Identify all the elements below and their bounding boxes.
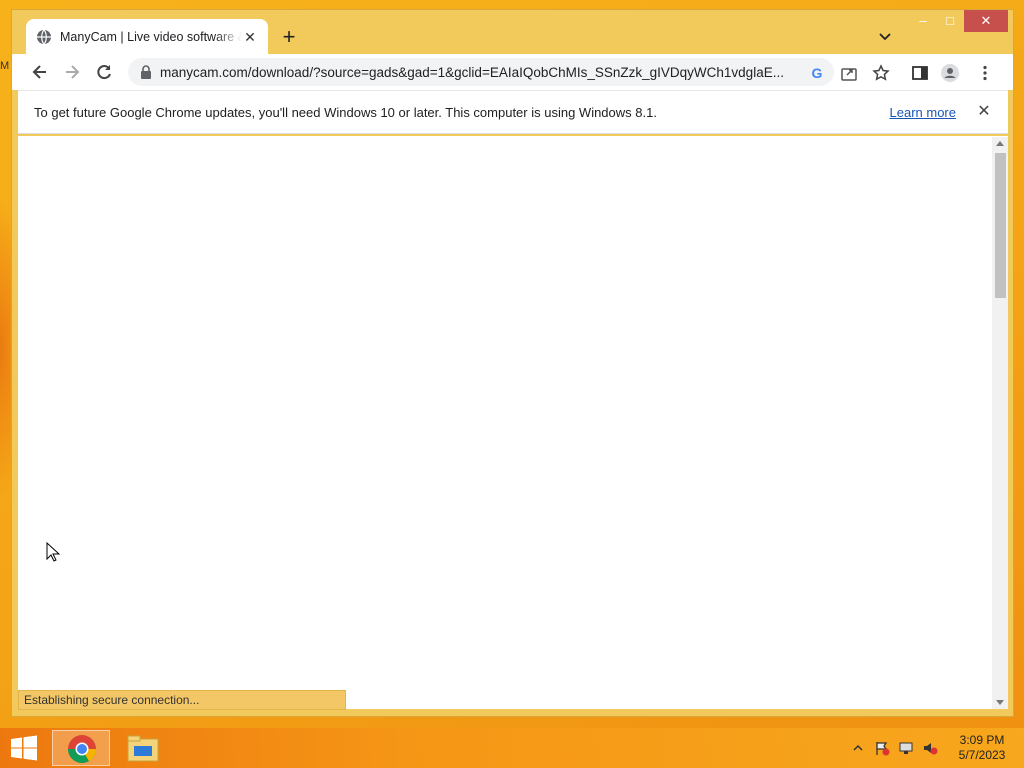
windows-logo-icon[interactable] xyxy=(8,734,40,762)
action-center-flag-icon[interactable] xyxy=(874,740,890,756)
file-explorer-icon xyxy=(127,735,159,762)
globe-icon xyxy=(37,29,51,44)
browser-toolbar: manycam.com/download/?source=gads&gad=1&… xyxy=(12,54,1013,90)
tab-close-icon[interactable]: ✕ xyxy=(242,29,258,45)
scroll-down-icon[interactable] xyxy=(996,700,1004,705)
browser-tab[interactable]: ManyCam | Live video software & webcam ✕ xyxy=(26,19,268,54)
address-bar[interactable]: manycam.com/download/?source=gads&gad=1&… xyxy=(128,58,834,86)
title-bar: ManyCam | Live video software & webcam ✕… xyxy=(12,10,1013,54)
maximize-button[interactable]: □ xyxy=(936,10,964,32)
star-icon[interactable] xyxy=(872,64,890,82)
mouse-cursor-icon xyxy=(46,542,60,562)
google-lens-icon[interactable]: G xyxy=(808,64,826,82)
tab-title: ManyCam | Live video software & webcam xyxy=(60,29,242,44)
share-icon[interactable] xyxy=(840,64,858,82)
learn-more-link[interactable]: Learn more xyxy=(890,105,956,120)
lock-icon[interactable] xyxy=(140,65,152,79)
arrow-right-icon[interactable] xyxy=(62,62,82,82)
close-window-button[interactable]: ✕ xyxy=(964,10,1008,32)
update-infobar: To get future Google Chrome updates, you… xyxy=(18,90,1008,134)
clock-time: 3:09 PM xyxy=(959,733,1005,747)
profile-icon[interactable] xyxy=(941,64,959,82)
arrow-left-icon[interactable] xyxy=(30,62,50,82)
taskbar: 3:09 PM 5/7/2023 xyxy=(0,728,1024,768)
chrome-icon xyxy=(68,735,96,763)
side-panel-icon[interactable] xyxy=(911,64,929,82)
page-content[interactable] xyxy=(18,136,1008,709)
vertical-scrollbar[interactable] xyxy=(992,137,1008,709)
clock-date: 5/7/2023 xyxy=(958,748,1006,762)
volume-muted-icon[interactable] xyxy=(922,740,938,756)
status-bubble: Establishing secure connection... xyxy=(18,690,346,710)
scrollbar-thumb[interactable] xyxy=(995,153,1006,298)
close-icon[interactable]: ✕ xyxy=(976,104,992,120)
kebab-menu-icon[interactable] xyxy=(976,64,994,82)
network-icon[interactable] xyxy=(898,740,914,756)
system-clock[interactable]: 3:09 PM 5/7/2023 xyxy=(950,733,1014,763)
taskbar-chrome[interactable] xyxy=(52,730,110,766)
new-tab-button[interactable]: + xyxy=(277,26,301,50)
infobar-message: To get future Google Chrome updates, you… xyxy=(34,104,657,120)
reload-icon[interactable] xyxy=(94,62,114,82)
chevron-down-icon[interactable] xyxy=(877,28,893,44)
minimize-button[interactable]: – xyxy=(909,10,937,32)
taskbar-file-explorer[interactable] xyxy=(114,730,172,766)
chrome-window: ManyCam | Live video software & webcam ✕… xyxy=(11,9,1014,717)
show-hidden-icons-icon[interactable] xyxy=(850,740,866,756)
desktop-edge-text: M xyxy=(0,60,10,72)
url-text[interactable]: manycam.com/download/?source=gads&gad=1&… xyxy=(160,65,790,80)
scroll-up-icon[interactable] xyxy=(996,141,1004,146)
